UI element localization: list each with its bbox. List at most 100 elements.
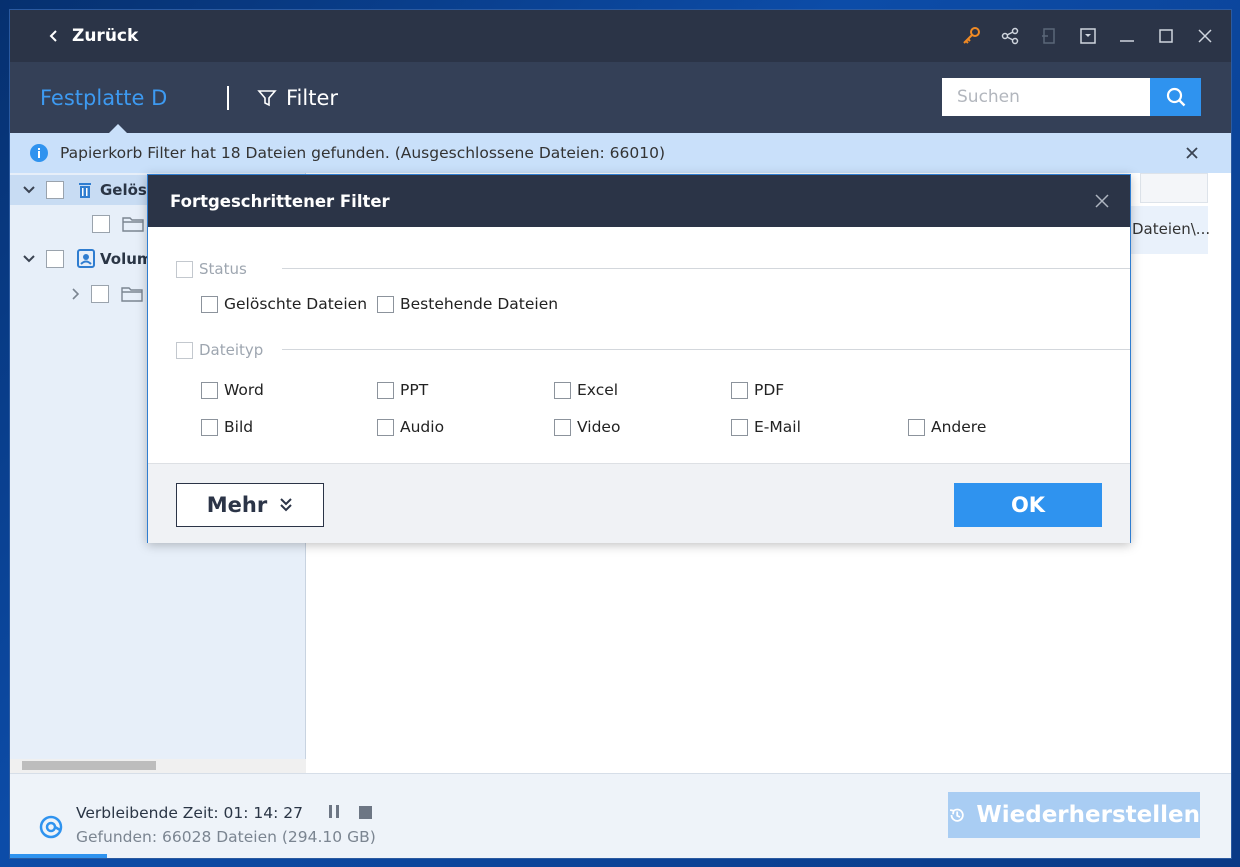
ok-button[interactable]: OK — [954, 483, 1102, 527]
scrollbar-thumb[interactable] — [22, 761, 156, 770]
info-message: Papierkorb Filter hat 18 Dateien gefunde… — [60, 144, 666, 162]
dialog-footer: Mehr OK — [148, 463, 1130, 543]
option-label: Word — [224, 381, 264, 399]
option-checkbox[interactable] — [201, 418, 218, 436]
restore-button[interactable]: Wiederherstellen — [948, 792, 1200, 838]
tree-item-label: Volum — [100, 250, 153, 268]
status-bar: Verbleibende Zeit: 01: 14: 27 Gefunden: … — [10, 773, 1231, 858]
search-input[interactable] — [942, 78, 1150, 116]
option-checkbox[interactable] — [554, 381, 571, 399]
option-other[interactable]: Andere — [908, 418, 986, 436]
header-bar: Festplatte D Filter — [10, 62, 1231, 134]
option-checkbox[interactable] — [201, 295, 218, 313]
option-ppt[interactable]: PPT — [377, 381, 428, 399]
option-checkbox[interactable] — [554, 418, 571, 436]
advanced-filter-dialog: Fortgeschrittener Filter Status Gelöscht… — [147, 174, 1131, 543]
share-icon[interactable] — [998, 24, 1022, 48]
option-label: Bild — [224, 418, 254, 436]
option-video[interactable]: Video — [554, 418, 620, 436]
folder-icon — [122, 217, 144, 232]
tree-checkbox[interactable] — [92, 215, 110, 233]
section-divider — [282, 349, 1130, 350]
option-label: E-Mail — [754, 418, 801, 436]
option-excel[interactable]: Excel — [554, 381, 618, 399]
more-label: Mehr — [206, 493, 268, 517]
header-divider — [227, 86, 229, 110]
restore-label: Wiederherstellen — [976, 802, 1200, 828]
option-label: Andere — [931, 418, 987, 436]
dropdown-icon[interactable] — [1076, 24, 1100, 48]
path-cell: Dateien\... — [1120, 206, 1210, 254]
filetype-section-checkbox[interactable]: Dateityp — [176, 341, 263, 359]
close-icon[interactable] — [1193, 24, 1217, 48]
scan-icon — [39, 815, 63, 839]
filter-button[interactable]: Filter — [256, 86, 338, 110]
filetype-section-label: Dateityp — [199, 341, 264, 359]
key-icon[interactable] — [959, 24, 983, 48]
chevron-right-icon[interactable] — [70, 287, 82, 301]
double-chevron-down-icon — [280, 498, 292, 512]
folder-icon — [121, 287, 143, 302]
search-button[interactable] — [1150, 78, 1201, 116]
info-bar: Papierkorb Filter hat 18 Dateien gefunde… — [10, 133, 1231, 173]
option-label: Video — [577, 418, 621, 436]
tree-checkbox[interactable] — [91, 285, 109, 303]
back-button[interactable]: Zurück — [46, 24, 138, 48]
option-label: PDF — [754, 381, 785, 399]
option-pdf[interactable]: PDF — [731, 381, 784, 399]
option-checkbox[interactable] — [377, 381, 394, 399]
option-checkbox[interactable] — [201, 381, 218, 399]
section-checkbox[interactable] — [176, 260, 193, 278]
close-icon[interactable] — [1094, 193, 1110, 209]
option-email[interactable]: E-Mail — [731, 418, 801, 436]
option-label: Audio — [400, 418, 445, 436]
column-header[interactable] — [1140, 173, 1208, 203]
filter-icon — [257, 90, 277, 107]
option-image[interactable]: Bild — [201, 418, 253, 436]
option-label: Excel — [577, 381, 619, 399]
pause-icon[interactable] — [326, 804, 342, 820]
tree-checkbox[interactable] — [46, 181, 64, 199]
title-bar: Zurück — [10, 10, 1231, 62]
search-icon — [1166, 87, 1185, 107]
export-icon[interactable] — [1037, 24, 1061, 48]
drive-icon — [77, 249, 95, 268]
option-label: Gelöschte Dateien — [224, 295, 368, 313]
option-checkbox[interactable] — [377, 418, 394, 436]
section-checkbox[interactable] — [176, 341, 193, 359]
dialog-header: Fortgeschrittener Filter — [148, 175, 1130, 227]
trash-icon — [79, 183, 91, 198]
option-word[interactable]: Word — [201, 381, 264, 399]
option-existing-files[interactable]: Bestehende Dateien — [377, 295, 558, 313]
remaining-time: Verbleibende Zeit: 01: 14: 27 — [76, 804, 303, 822]
chevron-down-icon[interactable] — [22, 183, 36, 197]
option-checkbox[interactable] — [731, 381, 748, 399]
maximize-icon[interactable] — [1154, 24, 1178, 48]
option-checkbox[interactable] — [377, 295, 394, 313]
option-audio[interactable]: Audio — [377, 418, 444, 436]
option-checkbox[interactable] — [908, 418, 925, 436]
chevron-down-icon[interactable] — [22, 252, 36, 266]
minimize-icon[interactable] — [1115, 24, 1139, 48]
option-checkbox[interactable] — [731, 418, 748, 436]
filter-label: Filter — [286, 86, 339, 110]
found-count: Gefunden: 66028 Dateien (294.10 GB) — [76, 828, 376, 846]
back-label: Zurück — [72, 26, 139, 46]
chevron-left-icon — [49, 30, 57, 42]
option-label: PPT — [400, 381, 429, 399]
close-icon[interactable] — [1182, 143, 1202, 163]
tree-checkbox[interactable] — [46, 250, 64, 268]
scan-progress — [10, 854, 107, 858]
option-deleted-files[interactable]: Gelöschte Dateien — [201, 295, 367, 313]
tree-item-label: Gelös — [100, 181, 147, 199]
status-section-label: Status — [199, 260, 247, 278]
horizontal-scrollbar[interactable] — [10, 759, 306, 773]
more-button[interactable]: Mehr — [176, 483, 324, 527]
status-section-checkbox[interactable]: Status — [176, 260, 247, 278]
info-icon — [30, 144, 48, 162]
stop-icon[interactable] — [359, 806, 372, 819]
restore-icon — [949, 808, 964, 822]
drive-title[interactable]: Festplatte D — [40, 86, 167, 110]
option-label: Bestehende Dateien — [400, 295, 559, 313]
ok-label: OK — [1010, 493, 1046, 517]
